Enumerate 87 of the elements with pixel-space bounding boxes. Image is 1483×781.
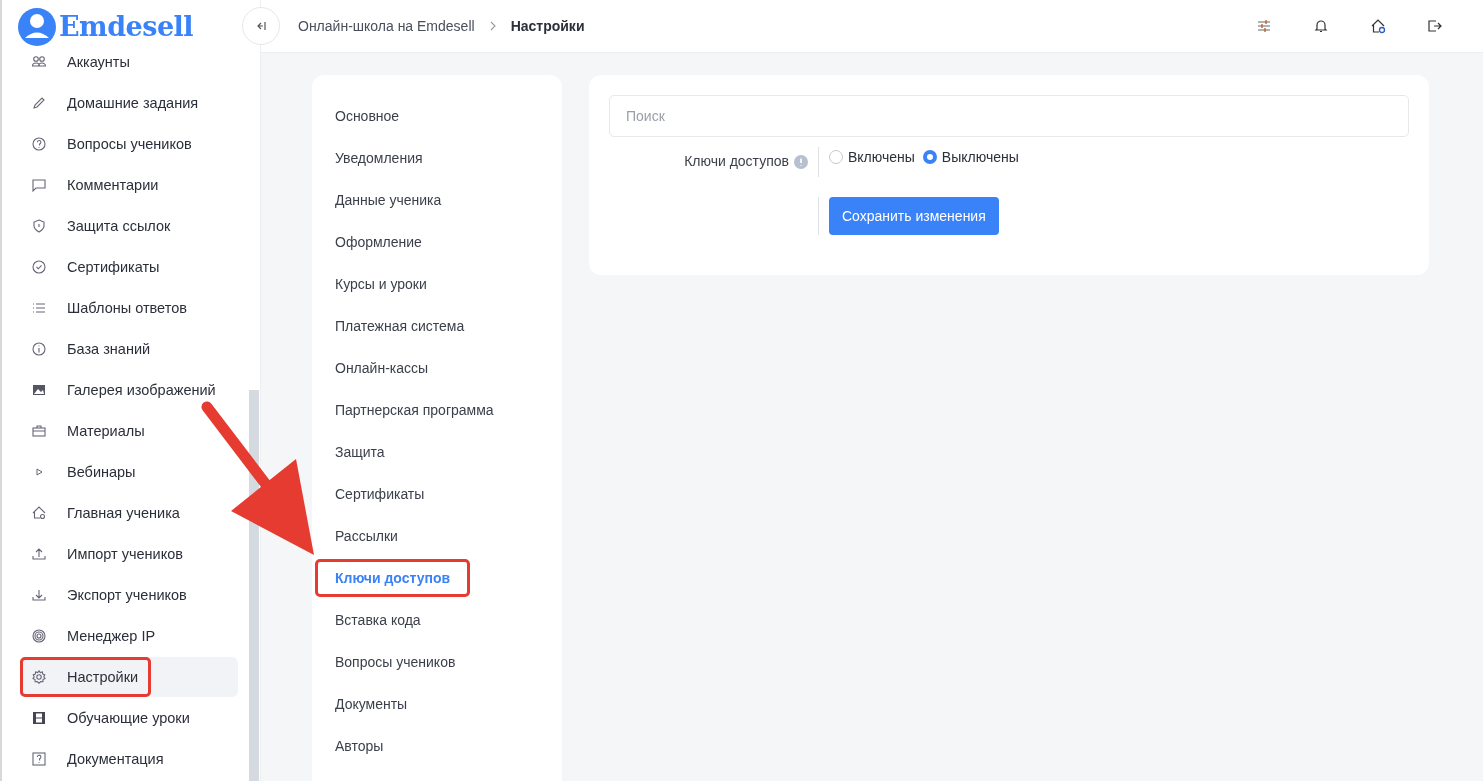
radio-label[interactable]: Выключены xyxy=(941,149,1019,165)
sidebar-item-label: Вопросы учеников xyxy=(67,136,192,152)
settings-menu-item[interactable]: Сертификаты xyxy=(315,475,445,513)
sidebar-item[interactable]: Галерея изображений xyxy=(22,370,238,410)
sidebar-item[interactable]: Материалы xyxy=(22,411,238,451)
sidebar-item[interactable]: Обучающие уроки xyxy=(22,698,238,738)
settings-menu-item[interactable]: Вопросы учеников xyxy=(315,643,476,681)
list-icon xyxy=(31,300,47,316)
setting-label: Ключи доступов xyxy=(684,153,789,169)
chevron-right-icon xyxy=(488,21,497,31)
sidebar-item[interactable]: Сертификаты xyxy=(22,247,238,287)
sidebar-item-label: Экспорт учеников xyxy=(67,587,187,603)
settings-menu-item[interactable]: Основное xyxy=(315,97,420,135)
info-icon xyxy=(794,155,808,169)
target-icon xyxy=(31,628,47,644)
notification-icon[interactable] xyxy=(1313,18,1329,34)
settings-menu-item[interactable]: Партнерская программа xyxy=(315,391,514,429)
film-icon xyxy=(31,710,47,726)
sidebar-item-label: Домашние задания xyxy=(67,95,199,111)
sidebar-item[interactable]: Комментарии xyxy=(22,165,238,205)
save-button[interactable]: Сохранить изменения xyxy=(829,197,999,235)
radio-button[interactable] xyxy=(922,150,937,164)
sidebar-item-label: Импорт учеников xyxy=(67,546,183,562)
sidebar-item[interactable]: Менеджер IP xyxy=(22,616,238,656)
sidebar-item-label: Защита ссылок xyxy=(67,218,171,234)
settings-menu-item[interactable]: Платежная система xyxy=(315,307,485,345)
download-icon xyxy=(31,587,47,603)
question-icon xyxy=(31,751,47,767)
sidebar-item-label: Обучающие уроки xyxy=(67,710,190,726)
settings-icon xyxy=(31,669,47,685)
people-icon xyxy=(31,54,47,70)
sidebar-item[interactable]: Документация xyxy=(22,739,238,779)
breadcrumb-current: Настройки xyxy=(510,18,585,34)
sidebar-item-label: Шаблоны ответов xyxy=(67,300,187,316)
settings-menu-item[interactable]: Данные ученика xyxy=(315,181,462,219)
sidebar-item-label: Документация xyxy=(67,751,164,767)
settings-menu-item[interactable]: Рассылки xyxy=(315,517,418,555)
sidebar-item-label: Менеджер IP xyxy=(67,628,156,644)
sidebar-item-label: Настройки xyxy=(67,669,139,685)
shield-icon xyxy=(31,218,47,234)
sidebar-item[interactable]: Главная ученика xyxy=(22,493,238,533)
sidebar-item-label: База знаний xyxy=(67,341,151,357)
radio-label[interactable]: Включены xyxy=(848,149,915,165)
sliders-icon[interactable] xyxy=(1256,18,1272,34)
question-icon xyxy=(31,136,47,152)
sidebar-item-label: Галерея изображений xyxy=(67,382,216,398)
radio-button[interactable] xyxy=(829,150,843,164)
search-field[interactable]: Поиск xyxy=(609,95,1409,137)
sidebar-item[interactable]: Аккаунты xyxy=(22,42,238,82)
sidebar-item[interactable]: Экспорт учеников xyxy=(22,575,238,615)
settings-menu-item[interactable]: Защита xyxy=(315,433,405,471)
sidebar-item[interactable]: Импорт учеников xyxy=(22,534,238,574)
logout-icon[interactable] xyxy=(1427,18,1443,34)
pencil-icon xyxy=(31,95,47,111)
collapse-icon xyxy=(255,20,267,32)
upload-icon xyxy=(31,546,47,562)
logo-text: Emdesell xyxy=(59,10,194,44)
settings-menu-item[interactable]: Онлайн-кассы xyxy=(315,349,449,387)
settings-menu-item[interactable]: Авторы xyxy=(315,727,404,765)
settings-menu-item[interactable]: Уведомления xyxy=(315,139,443,177)
home-icon xyxy=(31,505,47,521)
settings-menu-item[interactable]: Оформление xyxy=(315,223,442,261)
check-circle-icon xyxy=(31,259,47,275)
logo-icon xyxy=(18,8,56,46)
sidebar-item[interactable]: Шаблоны ответов xyxy=(22,288,238,328)
sidebar-item[interactable]: Вопросы учеников xyxy=(22,124,238,164)
settings-menu-item[interactable]: Вставка кода xyxy=(315,601,441,639)
info-icon xyxy=(31,341,47,357)
sidebar-item-label: Главная ученика xyxy=(67,505,180,521)
comment-icon xyxy=(31,177,47,193)
briefcase-icon xyxy=(31,423,47,439)
settings-menu-item[interactable]: Ключи доступов xyxy=(315,559,471,597)
sidebar-item-label: Комментарии xyxy=(67,177,159,193)
sidebar-item-label: Сертификаты xyxy=(67,259,160,275)
settings-menu-item[interactable]: Документы xyxy=(315,685,428,723)
sidebar-item-label: Аккаунты xyxy=(67,54,130,70)
home-icon[interactable] xyxy=(1370,18,1386,34)
sidebar-item[interactable]: Вебинары xyxy=(22,452,238,492)
settings-menu-item[interactable]: Курсы и уроки xyxy=(315,265,447,303)
image-icon xyxy=(31,382,47,398)
breadcrumb-link[interactable]: Онлайн-школа на Emdesell xyxy=(298,18,475,34)
sidebar-item-label: Вебинары xyxy=(67,464,136,480)
sidebar-item[interactable]: Настройки xyxy=(22,657,238,697)
sidebar-item[interactable]: Домашние задания xyxy=(22,83,238,123)
sidebar-item[interactable]: База знаний xyxy=(22,329,238,369)
sidebar-item-label: Материалы xyxy=(67,423,145,439)
sidebar-item[interactable]: Защита ссылок xyxy=(22,206,238,246)
